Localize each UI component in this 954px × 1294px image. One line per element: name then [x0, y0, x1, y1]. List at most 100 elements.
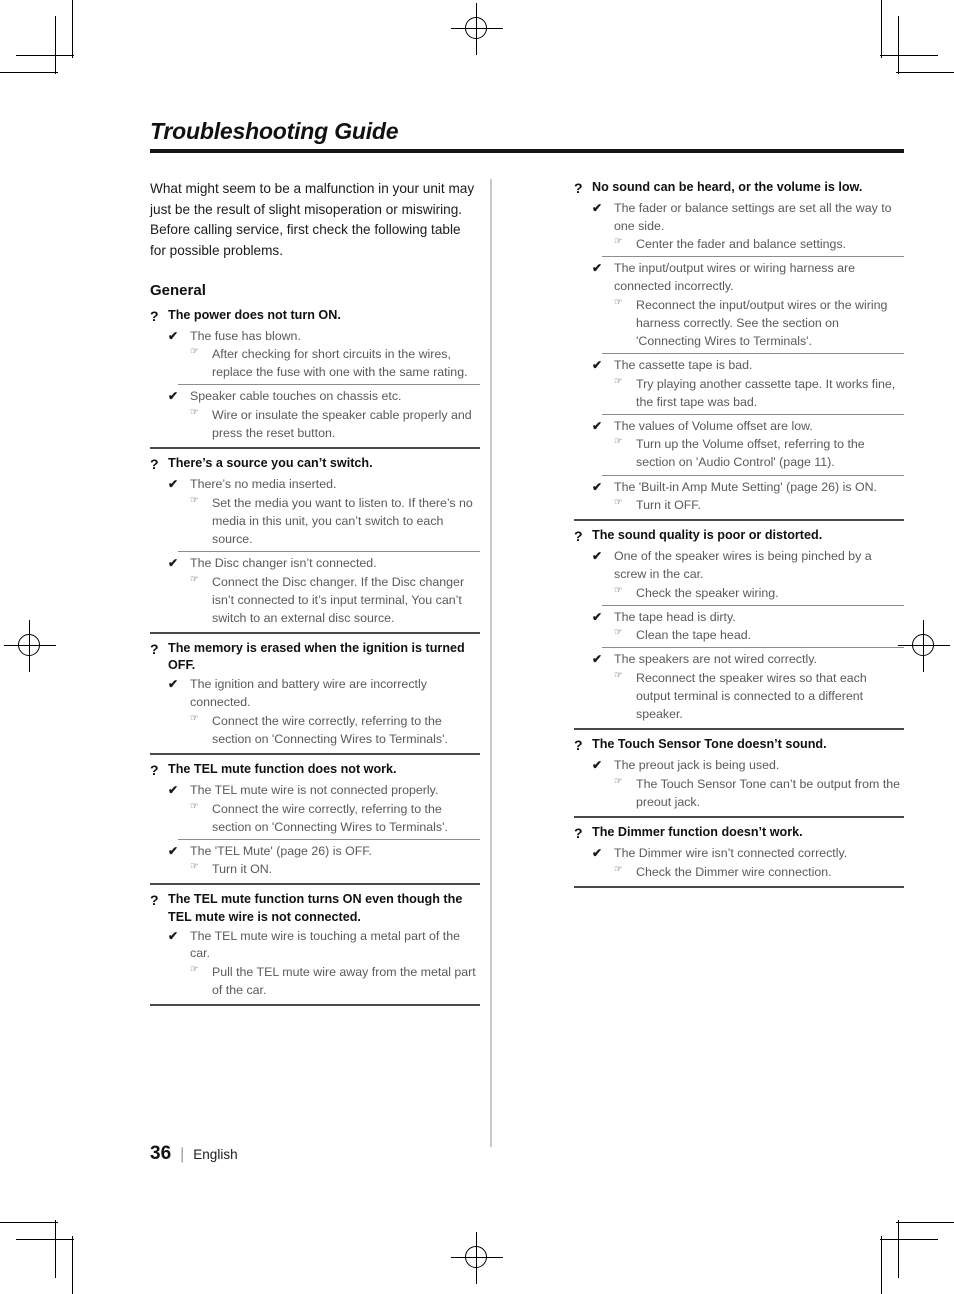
cause-block: ✔ The preout jack is being used. ☞ The Touc…	[574, 757, 904, 811]
cause-separator-rule	[602, 604, 904, 606]
cause-row: ✔ The values of Volume offset are low.	[574, 418, 904, 436]
pointing-hand-icon: ☞	[614, 863, 623, 875]
pointing-hand-icon: ☞	[190, 346, 199, 358]
question-mark-icon: ?	[150, 892, 159, 909]
registration-mark-bottom	[451, 1232, 503, 1284]
cause-text: The 'TEL Mute' (page 26) is OFF.	[190, 843, 372, 858]
checkmark-icon: ✔	[168, 843, 179, 858]
checkmark-icon: ✔	[592, 201, 603, 216]
cause-row: ✔ The Disc changer isn’t connected.	[150, 555, 480, 573]
troubleshooting-entry: ? The Touch Sensor Tone doesn’t sound. ✔ Th…	[574, 728, 904, 811]
action-text: Pull the TEL mute wire away from the met…	[212, 964, 476, 998]
right-entry-list: ? No sound can be heard, or the volume is…	[574, 179, 904, 888]
troubleshooting-entry: ? No sound can be heard, or the volume is…	[574, 179, 904, 514]
pointing-hand-icon: ☞	[614, 296, 623, 308]
cause-separator-rule	[178, 838, 480, 840]
action-row: ☞ The Touch Sensor Tone can’t be output f…	[574, 775, 904, 811]
cause-block: ✔ The 'TEL Mute' (page 26) is OFF. ☞ Turn i…	[150, 843, 480, 879]
cause-block: ✔ The TEL mute wire is touching a metal p…	[150, 928, 480, 999]
action-text: Check the speaker wiring.	[636, 585, 779, 600]
question-text: No sound can be heard, or the volume is …	[592, 180, 863, 194]
cause-row: ✔ There’s no media inserted.	[150, 476, 480, 494]
cause-row: ✔ The tape head is dirty.	[574, 609, 904, 627]
pointing-hand-icon: ☞	[190, 861, 199, 873]
question-row: ? The memory is erased when the ignition …	[150, 640, 480, 674]
pointing-hand-icon: ☞	[614, 669, 623, 681]
action-row: ☞ Connect the Disc changer. If the Disc c…	[150, 573, 480, 627]
entry-separator-rule	[574, 519, 904, 522]
action-row: ☞ Turn it ON.	[150, 860, 480, 878]
cause-block: ✔ The tape head is dirty. ☞ Clean the tape …	[574, 609, 904, 645]
page-title: Troubleshooting Guide	[150, 118, 399, 144]
cause-text: The fuse has blown.	[190, 328, 301, 343]
pointing-hand-icon: ☞	[190, 573, 199, 585]
page-footer: 36 | English	[150, 1143, 238, 1165]
checkmark-icon: ✔	[168, 677, 179, 692]
action-row: ☞ Turn it OFF.	[574, 496, 904, 514]
question-mark-icon: ?	[150, 456, 159, 473]
action-text: Turn it ON.	[212, 862, 273, 877]
entry-separator-rule	[574, 885, 904, 888]
cause-separator-rule	[602, 647, 904, 649]
cause-block: ✔ The speakers are not wired correctly. ☞ R…	[574, 651, 904, 723]
question-row: ? The TEL mute function does not work.	[150, 761, 480, 780]
cause-block: ✔ The ignition and battery wire are incor…	[150, 676, 480, 747]
entry-separator-rule	[150, 883, 480, 886]
cause-row: ✔ The fader or balance settings are set a…	[574, 200, 904, 235]
question-mark-icon: ?	[150, 761, 159, 778]
cause-text: The input/output wires or wiring harness…	[614, 261, 856, 293]
action-row: ☞ Reconnect the speaker wires so that eac…	[574, 669, 904, 723]
entry-separator-rule	[150, 752, 480, 755]
action-text: Try playing another cassette tape. It wo…	[636, 376, 896, 409]
action-text: Connect the wire correctly, referring to…	[212, 801, 448, 834]
right-column: ? No sound can be heard, or the volume is…	[574, 179, 904, 1012]
page-content: Troubleshooting Guide What might seem to…	[150, 118, 904, 1147]
action-text: Connect the wire correctly, referring to…	[212, 713, 448, 746]
pointing-hand-icon: ☞	[614, 497, 623, 509]
two-column-layout: What might seem to be a malfunction in y…	[150, 179, 904, 1147]
action-row: ☞ After checking for short circuits in th…	[150, 345, 480, 381]
troubleshooting-entry: ? The TEL mute function turns ON even tho…	[150, 883, 480, 1007]
section-heading-general: General	[150, 281, 206, 299]
cause-text: One of the speaker wires is being pinche…	[614, 549, 872, 581]
action-row: ☞ Center the fader and balance settings.	[574, 235, 904, 253]
troubleshooting-entry: ? The Dimmer function doesn’t work. ✔ The D…	[574, 816, 904, 888]
registration-mark-left	[4, 620, 56, 672]
cause-text: The preout jack is being used.	[614, 758, 780, 773]
question-text: The memory is erased when the ignition i…	[168, 641, 465, 673]
question-text: The power does not turn ON.	[168, 307, 341, 322]
cause-row: ✔ The 'TEL Mute' (page 26) is OFF.	[150, 843, 480, 861]
title-rule	[150, 149, 904, 153]
question-text: The sound quality is poor or distorted.	[592, 528, 823, 543]
entry-separator-rule	[150, 447, 480, 450]
left-entry-list: ? The power does not turn ON. ✔ The fuse ha…	[150, 307, 480, 1007]
question-mark-icon: ?	[574, 528, 583, 545]
footer-page-number: 36	[150, 1143, 172, 1164]
checkmark-icon: ✔	[168, 328, 179, 343]
action-text: Turn up the Volume offset, referring to …	[636, 437, 865, 470]
question-mark-icon: ?	[574, 825, 583, 842]
action-row: ☞ Turn up the Volume offset, referring to…	[574, 435, 904, 471]
checkmark-icon: ✔	[592, 549, 603, 564]
action-row: ☞ Connect the wire correctly, referring t…	[150, 800, 480, 836]
question-row: ? No sound can be heard, or the volume is…	[574, 179, 904, 198]
checkmark-icon: ✔	[592, 652, 603, 667]
cause-block: ✔ Speaker cable touches on chassis etc. ☞ W…	[150, 388, 480, 442]
cause-block: ✔ The fuse has blown. ☞ After checking for …	[150, 328, 480, 382]
footer-language: English	[193, 1147, 238, 1162]
cause-separator-rule	[602, 474, 904, 476]
cause-row: ✔ The ignition and battery wire are incor…	[150, 676, 480, 711]
cause-block: ✔ The values of Volume offset are low. ☞ Tu…	[574, 418, 904, 472]
action-row: ☞ Try playing another cassette tape. It w…	[574, 375, 904, 411]
checkmark-icon: ✔	[168, 928, 179, 943]
action-row: ☞ Connect the wire correctly, referring t…	[150, 712, 480, 748]
cause-block: ✔ The fader or balance settings are set a…	[574, 200, 904, 253]
cause-text: The values of Volume offset are low.	[614, 418, 813, 433]
action-text: Connect the Disc changer. If the Disc ch…	[212, 574, 465, 626]
cause-block: ✔ There’s no media inserted. ☞ Set the medi…	[150, 476, 480, 548]
action-row: ☞ Reconnect the input/output wires or the…	[574, 296, 904, 350]
cause-text: There’s no media inserted.	[190, 477, 337, 492]
question-row: ? The power does not turn ON.	[150, 307, 480, 326]
action-text: Turn it OFF.	[636, 498, 701, 513]
checkmark-icon: ✔	[592, 846, 603, 861]
